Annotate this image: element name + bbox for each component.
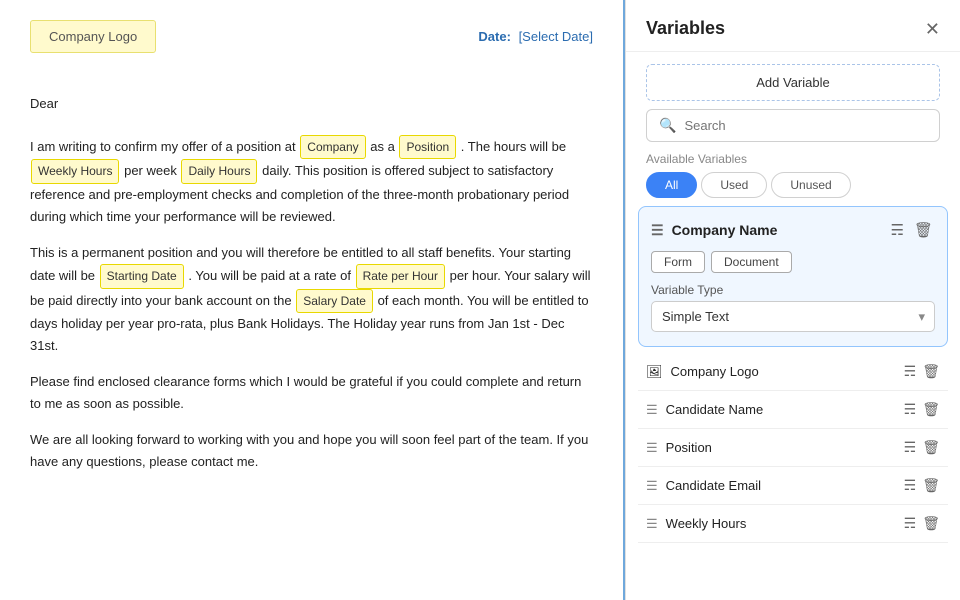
- list-icon-candidate-name: ☰: [646, 402, 658, 418]
- variable-row-candidate-email: ☰ Candidate Email ☴ 🗑: [638, 467, 948, 505]
- filter-tabs: All Used Unused: [646, 172, 940, 198]
- img-icon-company-logo: 🖼: [646, 364, 663, 380]
- chip-form[interactable]: Form: [651, 251, 705, 273]
- company-name-chips: Form Document: [651, 251, 935, 273]
- daily-hours-tag[interactable]: Daily Hours: [181, 159, 257, 183]
- paragraph-4: We are all looking forward to working wi…: [30, 429, 593, 473]
- close-button[interactable]: ✕: [925, 20, 940, 38]
- search-icon: 🔍: [659, 117, 676, 134]
- dear-line: Dear: [30, 93, 593, 115]
- variable-type-select-wrap: Simple Text Number Date Boolean: [651, 301, 935, 332]
- weekly-hours-delete-button[interactable]: 🗑: [922, 515, 940, 532]
- salary-date-tag[interactable]: Salary Date: [296, 289, 373, 313]
- position-actions: ☴ 🗑: [904, 439, 940, 456]
- company-name-card-header: ☰ Company Name ☴ 🗑: [651, 219, 935, 241]
- weekly-hours-settings-button[interactable]: ☴: [904, 515, 917, 532]
- paragraph-2: This is a permanent position and you wil…: [30, 242, 593, 357]
- candidate-email-name: Candidate Email: [666, 478, 761, 493]
- variable-row-position: ☰ Position ☴ 🗑: [638, 429, 948, 467]
- paragraph-3: Please find enclosed clearance forms whi…: [30, 371, 593, 415]
- tabs-section: Available Variables All Used Unused: [626, 152, 960, 198]
- variables-panel: Variables ✕ Add Variable 🔍 Available Var…: [625, 0, 960, 600]
- date-field: Date: [Select Date]: [478, 29, 593, 44]
- position-tag[interactable]: Position: [399, 135, 456, 159]
- search-container: 🔍: [646, 109, 940, 142]
- variable-row-candidate-name: ☰ Candidate Name ☴ 🗑: [638, 391, 948, 429]
- company-name-actions: ☴ 🗑: [889, 219, 936, 241]
- p1-perweek: per week: [124, 163, 177, 178]
- chip-document[interactable]: Document: [711, 251, 792, 273]
- variables-header: Variables ✕: [626, 0, 960, 52]
- weekly-hours-tag[interactable]: Weekly Hours: [31, 159, 119, 183]
- date-label: Date:: [478, 29, 511, 44]
- variables-title: Variables: [646, 18, 725, 39]
- p2-ofmonth: of each month. You will be entitled to: [378, 293, 589, 308]
- company-tag[interactable]: Company: [300, 135, 365, 159]
- variable-type-label: Variable Type: [651, 283, 935, 297]
- p2-rate: . You will be paid at a rate of: [188, 268, 351, 283]
- company-name-label: Company Name: [672, 222, 778, 238]
- list-icon-company: ☰: [651, 222, 664, 239]
- candidate-name-actions: ☴ 🗑: [904, 401, 940, 418]
- paragraph-1: I am writing to confirm my offer of a po…: [30, 135, 593, 228]
- candidate-email-actions: ☴ 🗑: [904, 477, 940, 494]
- company-logo-delete-button[interactable]: 🗑: [922, 363, 940, 380]
- p1-as: as a: [370, 139, 395, 154]
- position-row-left: ☰ Position: [646, 440, 712, 456]
- company-name-card: ☰ Company Name ☴ 🗑 Form Document Variabl…: [638, 206, 948, 347]
- company-logo-settings-button[interactable]: ☴: [904, 363, 917, 380]
- candidate-email-row-left: ☰ Candidate Email: [646, 478, 761, 494]
- starting-date-tag[interactable]: Starting Date: [100, 264, 184, 288]
- position-settings-button[interactable]: ☴: [904, 439, 917, 456]
- candidate-email-settings-button[interactable]: ☴: [904, 477, 917, 494]
- company-logo-placeholder: Company Logo: [30, 20, 156, 53]
- document-header: Company Logo Date: [Select Date]: [30, 20, 593, 53]
- position-name: Position: [666, 440, 712, 455]
- candidate-name-settings-button[interactable]: ☴: [904, 401, 917, 418]
- list-icon-position: ☰: [646, 440, 658, 456]
- candidate-name-row-left: ☰ Candidate Name: [646, 402, 763, 418]
- p1-rest: . The hours will be: [461, 139, 566, 154]
- position-delete-button[interactable]: 🗑: [922, 439, 940, 456]
- variable-row-weekly-hours: ☰ Weekly Hours ☴ 🗑: [638, 505, 948, 543]
- candidate-name-delete-button[interactable]: 🗑: [922, 401, 940, 418]
- date-value[interactable]: [Select Date]: [519, 29, 593, 44]
- rate-per-hour-tag[interactable]: Rate per Hour: [356, 264, 445, 288]
- list-icon-candidate-email: ☰: [646, 478, 658, 494]
- document-panel: Company Logo Date: [Select Date] Dear I …: [0, 0, 625, 600]
- add-variable-button[interactable]: Add Variable: [646, 64, 940, 101]
- candidate-email-delete-button[interactable]: 🗑: [922, 477, 940, 494]
- variable-row-company-logo: 🖼 Company Logo ☴ 🗑: [638, 353, 948, 391]
- company-logo-row-left: 🖼 Company Logo: [646, 364, 759, 380]
- company-name-title: ☰ Company Name: [651, 222, 777, 239]
- weekly-hours-name: Weekly Hours: [666, 516, 747, 531]
- candidate-name-name: Candidate Name: [666, 402, 764, 417]
- tab-unused[interactable]: Unused: [771, 172, 850, 198]
- company-name-settings-button[interactable]: ☴: [889, 219, 906, 241]
- company-logo-actions: ☴ 🗑: [904, 363, 940, 380]
- tab-used[interactable]: Used: [701, 172, 767, 198]
- weekly-hours-row-left: ☰ Weekly Hours: [646, 516, 746, 532]
- list-icon-weekly-hours: ☰: [646, 516, 658, 532]
- variables-list: ☰ Company Name ☴ 🗑 Form Document Variabl…: [626, 206, 960, 600]
- tab-all[interactable]: All: [646, 172, 697, 198]
- p2-holiday: days holiday per year pro-rata, plus Ban…: [30, 316, 564, 353]
- company-name-delete-button[interactable]: 🗑: [912, 219, 935, 241]
- p1-intro: I am writing to confirm my offer of a po…: [30, 139, 296, 154]
- company-logo-name: Company Logo: [671, 364, 759, 379]
- variable-type-select[interactable]: Simple Text Number Date Boolean: [651, 301, 935, 332]
- available-variables-label: Available Variables: [646, 152, 940, 166]
- document-body: Dear I am writing to confirm my offer of…: [30, 93, 593, 474]
- search-input[interactable]: [684, 118, 927, 133]
- weekly-hours-actions: ☴ 🗑: [904, 515, 940, 532]
